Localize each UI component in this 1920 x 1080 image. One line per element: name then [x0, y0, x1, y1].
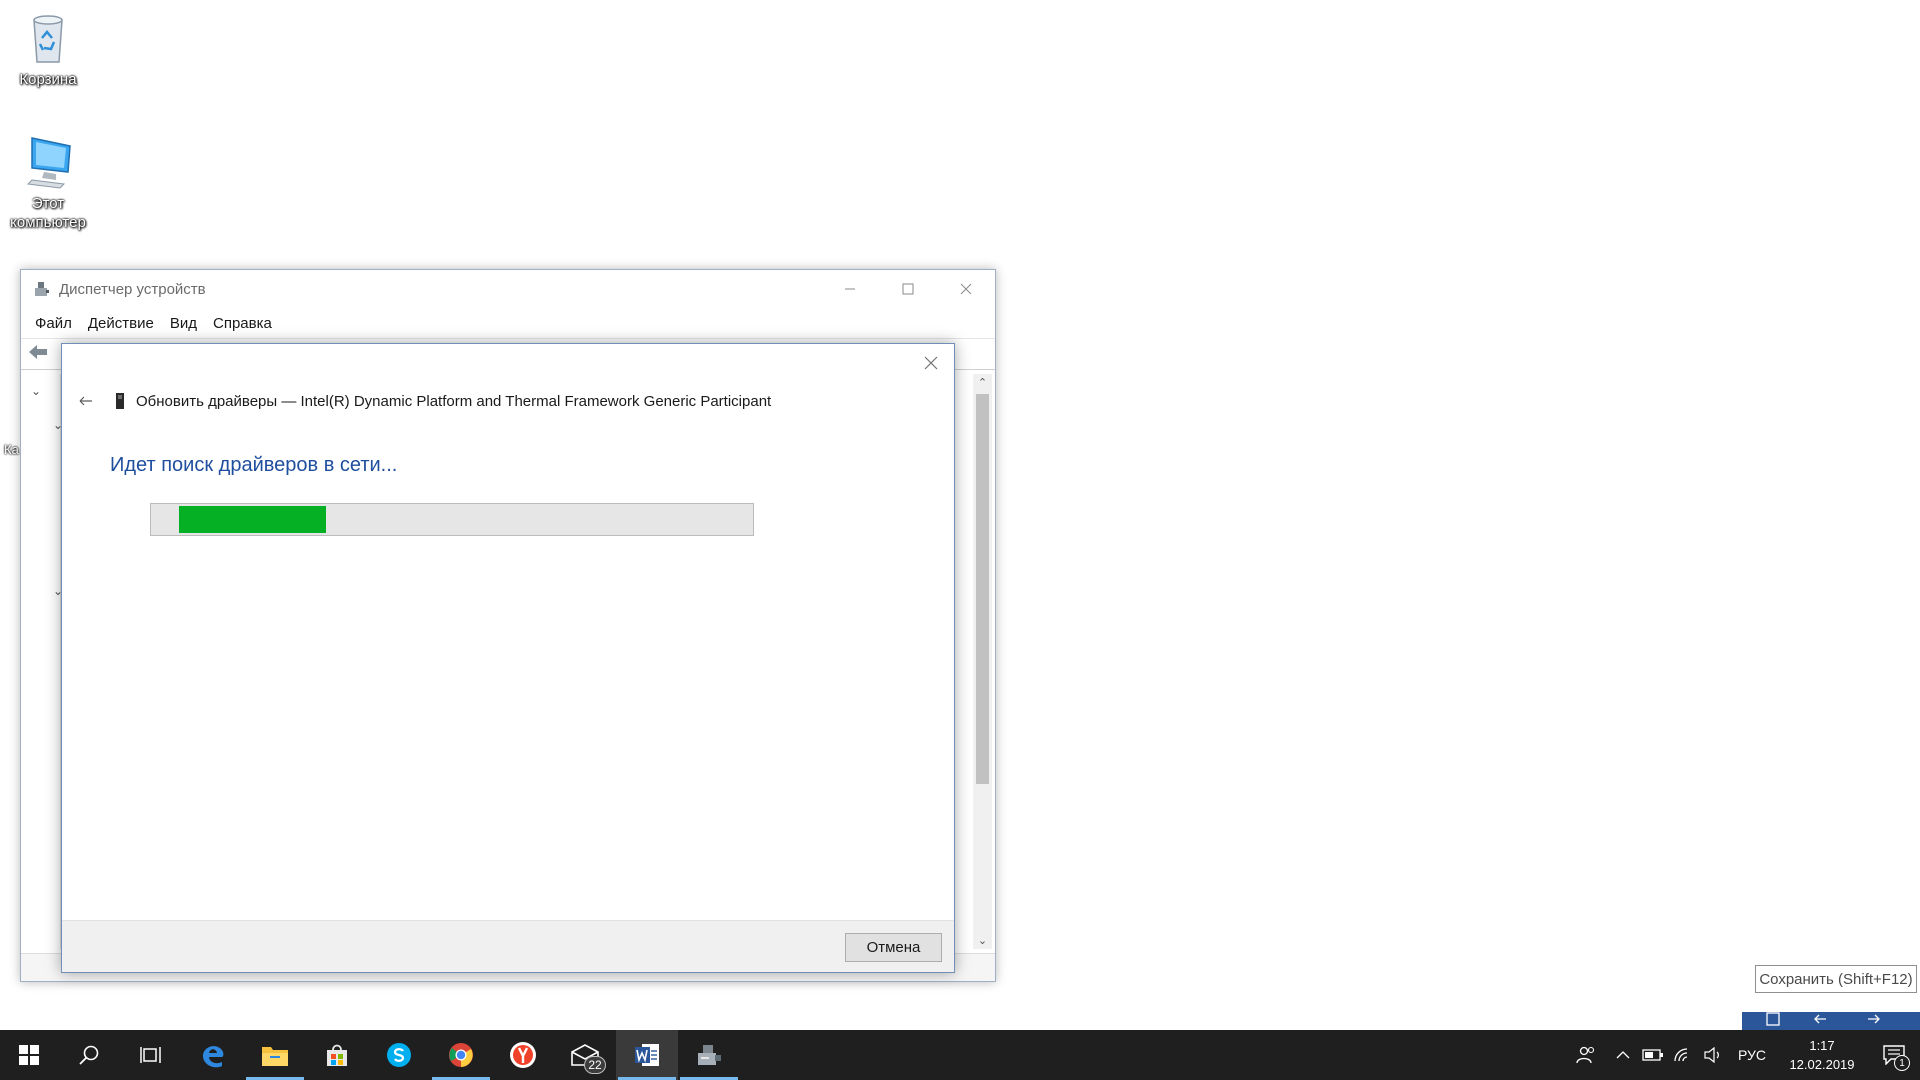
undo-icon[interactable]	[1814, 1012, 1830, 1030]
cancel-button[interactable]: Отмена	[845, 933, 942, 962]
device-icon	[114, 392, 126, 410]
taskbar-mail[interactable]: 22	[554, 1030, 616, 1080]
scroll-up-icon[interactable]: ⌃	[973, 376, 992, 389]
desktop-icon-this-pc[interactable]: Этот компьютер	[0, 132, 96, 232]
close-icon	[960, 283, 972, 295]
search-progress-bar	[150, 503, 754, 536]
search-icon	[79, 1045, 99, 1065]
this-pc-icon	[18, 132, 78, 192]
word-icon	[635, 1044, 659, 1066]
folder-icon	[262, 1047, 288, 1066]
taskbar: 22 РУС 1:17 12.02.2019 1	[0, 1030, 1920, 1080]
vertical-scrollbar[interactable]: ⌃ ⌄	[973, 374, 992, 949]
taskbar-file-explorer[interactable]	[244, 1030, 306, 1080]
search-button[interactable]	[58, 1030, 120, 1080]
system-tray: РУС 1:17 12.02.2019 1	[1564, 1030, 1920, 1080]
device-manager-title: Диспетчер устройств	[59, 280, 206, 298]
back-arrow-icon	[79, 396, 92, 406]
chrome-icon	[449, 1043, 473, 1067]
scroll-down-icon[interactable]: ⌄	[973, 934, 992, 947]
menu-help[interactable]: Справка	[207, 315, 282, 332]
chevron-up-icon[interactable]	[1608, 1030, 1638, 1080]
scrollbar-thumb[interactable]	[976, 394, 989, 784]
dialog-title: Обновить драйверы — Intel(R) Dynamic Pla…	[136, 392, 772, 410]
taskbar-yandex[interactable]	[492, 1030, 554, 1080]
close-icon	[924, 356, 938, 370]
taskbar-word[interactable]	[616, 1030, 678, 1080]
desktop-icon-label: Корзина	[19, 71, 77, 88]
update-drivers-dialog[interactable]: Обновить драйверы — Intel(R) Dynamic Pla…	[61, 343, 955, 973]
notification-count-badge: 1	[1894, 1055, 1910, 1071]
clock-date: 12.02.2019	[1789, 1057, 1855, 1072]
yandex-browser-icon	[510, 1042, 536, 1068]
menu-action[interactable]: Действие	[82, 315, 164, 332]
minimize-icon	[845, 288, 855, 290]
device-manager-icon	[33, 280, 51, 298]
start-button[interactable]	[0, 1030, 58, 1080]
clock-time: 1:17	[1809, 1038, 1835, 1053]
battery-icon[interactable]	[1638, 1030, 1668, 1080]
mail-unread-badge: 22	[584, 1056, 606, 1074]
taskbar-chrome[interactable]	[430, 1030, 492, 1080]
store-icon	[327, 1044, 347, 1066]
task-view-button[interactable]	[120, 1030, 182, 1080]
volume-icon[interactable]	[1698, 1030, 1728, 1080]
menu-file[interactable]: Файл	[29, 315, 82, 332]
device-manager-icon	[698, 1045, 721, 1065]
dialog-footer: Отмена	[62, 920, 954, 972]
dialog-close-button[interactable]	[918, 350, 944, 376]
skype-icon	[387, 1043, 411, 1067]
close-button[interactable]	[937, 270, 995, 308]
back-button[interactable]	[72, 392, 100, 410]
edge-icon	[203, 1046, 224, 1068]
redo-icon[interactable]	[1864, 1012, 1880, 1030]
device-manager-menubar: Файл Действие Вид Справка	[21, 308, 995, 338]
save-icon[interactable]	[1766, 1011, 1780, 1031]
taskbar-store[interactable]	[306, 1030, 368, 1080]
maximize-button[interactable]	[879, 270, 937, 308]
desktop-hidden-label: Ка	[4, 442, 19, 457]
desktop-icon-label: Этот компьютер	[10, 195, 86, 231]
search-status-heading: Идет поиск драйверов в сети...	[110, 454, 398, 476]
chevron-down-icon[interactable]: ⌄	[31, 384, 41, 398]
save-tooltip: Сохранить (Shift+F12)	[1755, 965, 1917, 993]
taskbar-edge[interactable]	[182, 1030, 244, 1080]
wifi-icon[interactable]	[1668, 1030, 1698, 1080]
menu-view[interactable]: Вид	[164, 315, 207, 332]
word-quick-access-toolbar	[1742, 1011, 1920, 1031]
desktop-icon-recycle-bin[interactable]: Корзина	[0, 8, 96, 89]
recycle-bin-icon	[18, 8, 78, 68]
progress-fill	[179, 506, 326, 533]
device-manager-titlebar[interactable]: Диспетчер устройств	[21, 270, 995, 308]
device-tree[interactable]: ⌄ ⌄ ⌄	[23, 374, 63, 949]
taskbar-skype[interactable]	[368, 1030, 430, 1080]
task-view-icon	[140, 1047, 161, 1063]
windows-logo-icon	[19, 1045, 39, 1065]
system-clock[interactable]: 1:17 12.02.2019	[1776, 1036, 1868, 1074]
dialog-header: Обновить драйверы — Intel(R) Dynamic Pla…	[72, 392, 771, 410]
action-center-button[interactable]: 1	[1868, 1030, 1920, 1080]
minimize-button[interactable]	[821, 270, 879, 308]
taskbar-device-manager[interactable]	[678, 1030, 740, 1080]
maximize-icon	[902, 283, 914, 295]
input-language[interactable]: РУС	[1728, 1047, 1776, 1063]
back-arrow-icon[interactable]	[27, 343, 49, 366]
people-icon[interactable]	[1564, 1030, 1608, 1080]
